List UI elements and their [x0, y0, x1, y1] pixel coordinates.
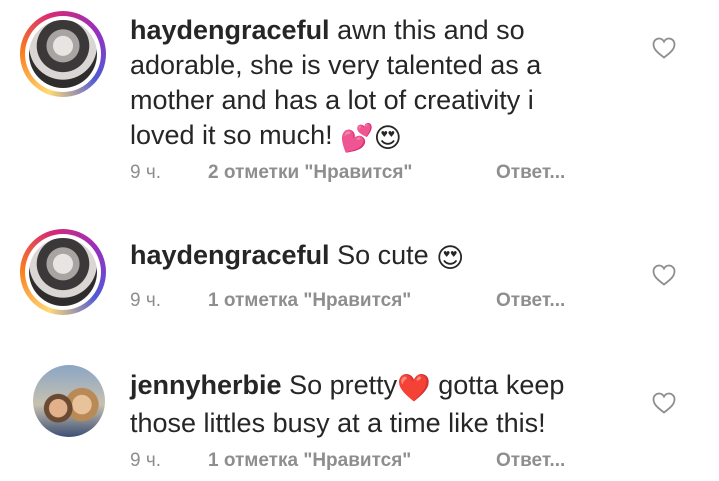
comment-username[interactable]: haydengraceful: [130, 15, 330, 45]
comment-meta: 9 ч. 1 отметка "Нравится" Ответ...: [130, 290, 565, 312]
comment-meta: 9 ч. 2 отметки "Нравится" Ответ...: [130, 162, 565, 184]
comment-body: jennyherbie So pretty❤️ gotta keep those…: [130, 368, 600, 441]
emoji: 💕😍: [340, 123, 402, 153]
comment-body: haydengraceful awn this and so adorable,…: [130, 13, 600, 156]
avatar-story-ring[interactable]: [20, 11, 106, 97]
heart-outline-icon[interactable]: [652, 37, 676, 59]
heart-outline-icon[interactable]: [652, 264, 676, 286]
comment-time: 9 ч.: [130, 290, 162, 311]
red-heart-emoji: ❤️: [397, 373, 431, 403]
comment-time: 9 ч.: [130, 450, 162, 471]
comment-likes[interactable]: 1 отметка "Нравится": [208, 450, 496, 472]
comment-meta: 9 ч. 1 отметка "Нравится" Ответ...: [130, 450, 565, 472]
avatar[interactable]: [33, 365, 105, 437]
comment-text: So cute: [337, 240, 429, 270]
reply-button[interactable]: Ответ...: [496, 162, 565, 184]
avatar: [29, 20, 97, 88]
comment-time: 9 ч.: [130, 162, 162, 183]
avatar-photo: [33, 365, 105, 437]
comment-body: haydengraceful So cute 😍: [130, 238, 600, 276]
comment-text: So pretty: [289, 370, 398, 400]
reply-button[interactable]: Ответ...: [496, 450, 565, 472]
comment-username[interactable]: jennyherbie: [130, 370, 282, 400]
emoji: 😍: [436, 243, 465, 273]
comment-likes[interactable]: 1 отметка "Нравится": [208, 290, 496, 312]
avatar-story-ring[interactable]: [20, 229, 106, 315]
reply-button[interactable]: Ответ...: [496, 290, 565, 312]
heart-outline-icon[interactable]: [652, 392, 676, 414]
comment-username[interactable]: haydengraceful: [130, 240, 330, 270]
comment-likes[interactable]: 2 отметки "Нравится": [208, 162, 496, 184]
avatar: [29, 238, 97, 306]
